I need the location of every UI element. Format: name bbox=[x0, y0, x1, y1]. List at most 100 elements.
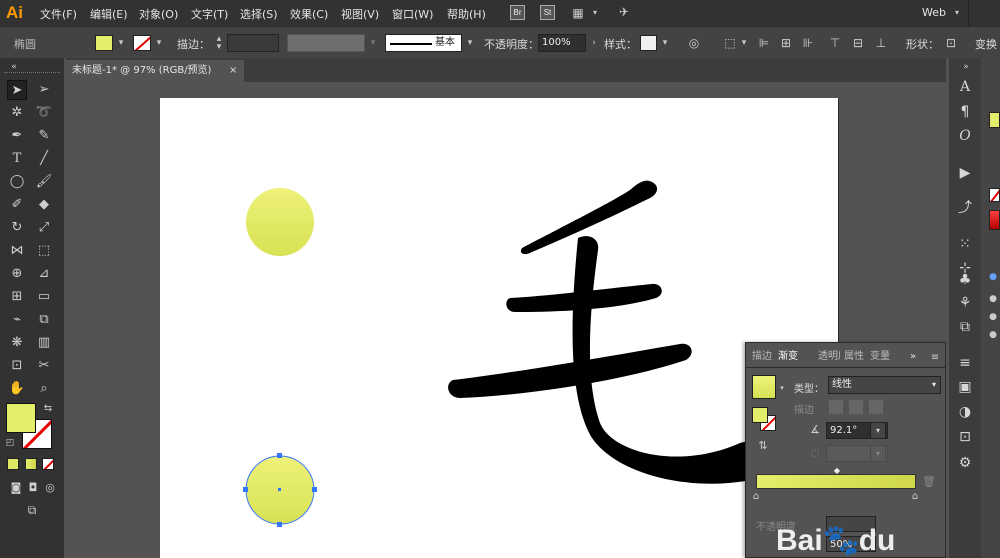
tab-attributes[interactable]: 属性 bbox=[844, 347, 866, 367]
menu-object[interactable]: 对象(O) bbox=[139, 6, 178, 22]
gradient-stop-left[interactable]: ⌂ bbox=[750, 490, 762, 504]
opentype-panel-icon[interactable]: O bbox=[954, 125, 976, 147]
mesh-tool-icon[interactable]: ⊞ bbox=[7, 287, 27, 307]
transform-label[interactable]: 变换 bbox=[975, 36, 997, 52]
panel-grip[interactable] bbox=[4, 72, 60, 74]
eraser-tool-icon[interactable]: ◆ bbox=[34, 195, 54, 215]
stroke-within-icon[interactable] bbox=[828, 399, 844, 415]
gradient-tool-icon[interactable]: ▭ bbox=[34, 287, 54, 307]
red-gradient-swatch[interactable] bbox=[989, 210, 1000, 230]
menu-effect[interactable]: 效果(C) bbox=[290, 6, 328, 22]
align-top-icon[interactable]: ⊤ bbox=[828, 36, 842, 50]
chevron-down-icon[interactable]: ▾ bbox=[658, 35, 672, 51]
chevron-down-icon[interactable]: ▾ bbox=[870, 422, 886, 439]
curvature-tool-icon[interactable]: ✎ bbox=[34, 126, 54, 146]
align-to-icon[interactable]: ⬚ bbox=[722, 36, 738, 50]
stroke-along-icon[interactable] bbox=[848, 399, 864, 415]
fill-color-box[interactable] bbox=[6, 403, 36, 433]
lasso-tool-icon[interactable]: ➰ bbox=[34, 103, 54, 123]
menu-edit[interactable]: 编辑(E) bbox=[90, 6, 128, 22]
slice-tool-icon[interactable]: ✂ bbox=[34, 356, 54, 376]
chevron-down-icon[interactable]: ▾ bbox=[114, 35, 128, 51]
swap-fill-stroke-icon[interactable]: ⇆ bbox=[42, 402, 54, 416]
align-panel-icon[interactable]: ⁙ bbox=[954, 233, 976, 255]
zoom-tool-icon[interactable]: ⌕ bbox=[34, 379, 54, 399]
column-graph-tool-icon[interactable]: ▥ bbox=[34, 333, 54, 353]
brush-definition-dropdown[interactable]: 基本 bbox=[385, 34, 462, 52]
stroke-panel-icon[interactable]: ≡ bbox=[954, 352, 976, 374]
fill-swatch[interactable] bbox=[95, 35, 113, 51]
pen-tool-icon[interactable]: ✒ bbox=[7, 126, 27, 146]
stock-button[interactable]: St bbox=[540, 5, 555, 20]
graphic-style-swatch[interactable] bbox=[640, 35, 657, 51]
selection-tool-icon[interactable]: ➤ bbox=[7, 80, 27, 100]
chevron-down-icon[interactable]: ▾ bbox=[366, 35, 380, 51]
color-panel-swatch[interactable] bbox=[989, 112, 1000, 128]
color-mode-icon[interactable] bbox=[7, 458, 19, 470]
bridge-button[interactable]: Br bbox=[510, 5, 525, 20]
gradient-mode-icon[interactable] bbox=[25, 458, 37, 470]
none-swatch[interactable] bbox=[989, 188, 1000, 202]
layer-visibility-icon[interactable]: ● bbox=[987, 292, 999, 306]
fill-indicator[interactable] bbox=[752, 407, 768, 423]
shape-builder-tool-icon[interactable]: ⊕ bbox=[7, 264, 27, 284]
panel-menu-icon[interactable]: ≡ bbox=[929, 351, 941, 365]
gpu-performance-icon[interactable]: ✈ bbox=[616, 5, 632, 19]
export-panel-icon[interactable]: ⤴ bbox=[954, 197, 976, 219]
layer-visibility-icon[interactable]: ● bbox=[987, 328, 999, 342]
collapse-panel-icon[interactable]: » bbox=[959, 60, 973, 74]
brushes-panel-icon[interactable]: ⚘ bbox=[954, 292, 976, 314]
close-tab-icon[interactable]: × bbox=[229, 60, 237, 82]
graphic-styles-panel-icon[interactable]: ⚙ bbox=[954, 452, 976, 474]
type-tool-icon[interactable]: T bbox=[7, 149, 27, 169]
opacity-input[interactable]: 100% bbox=[538, 34, 586, 52]
club-icon[interactable]: ♣ bbox=[954, 269, 976, 291]
chevron-down-icon[interactable]: ▾ bbox=[152, 35, 166, 51]
document-tab[interactable]: 未标题-1* @ 97% (RGB/预览) × bbox=[66, 60, 244, 82]
chevron-down-icon[interactable]: ▾ bbox=[463, 35, 477, 51]
chevron-down-icon[interactable]: ▾ bbox=[590, 6, 600, 20]
tab-stroke[interactable]: 描边 bbox=[752, 347, 774, 367]
align-left-icon[interactable]: ⊫ bbox=[757, 36, 771, 50]
align-vertical-center-icon[interactable]: ⊟ bbox=[851, 36, 865, 50]
artboard-tool-icon[interactable]: ⊡ bbox=[7, 356, 27, 376]
paintbrush-tool-icon[interactable]: 🖌 bbox=[34, 172, 54, 192]
transparency-panel-icon[interactable]: ◑ bbox=[954, 401, 976, 423]
more-panels-icon[interactable]: » bbox=[910, 347, 922, 367]
menu-view[interactable]: 视图(V) bbox=[341, 6, 379, 22]
workspace-switcher[interactable]: Web bbox=[922, 6, 946, 19]
stroke-weight-input[interactable] bbox=[227, 34, 279, 52]
align-horizontal-center-icon[interactable]: ⊞ bbox=[779, 36, 793, 50]
screen-mode-icon[interactable]: ⧉ bbox=[22, 500, 42, 520]
shape-properties-icon[interactable]: ⊡ bbox=[944, 36, 958, 50]
gradient-type-dropdown[interactable]: 线性 ▾ bbox=[828, 376, 941, 394]
line-segment-tool-icon[interactable]: ╱ bbox=[34, 149, 54, 169]
gradient-fill-preview[interactable] bbox=[752, 375, 776, 399]
links-panel-icon[interactable]: ⧉ bbox=[954, 316, 976, 338]
chevron-right-icon[interactable]: › bbox=[587, 35, 601, 51]
reverse-gradient-icon[interactable]: ⇅ bbox=[756, 439, 770, 453]
appearance-panel-icon[interactable]: ⊡ bbox=[954, 426, 976, 448]
gradient-stop-right[interactable]: ⌂ bbox=[909, 490, 921, 504]
direct-selection-tool-icon[interactable]: ➢ bbox=[34, 80, 54, 100]
chevron-down-icon[interactable]: ▾ bbox=[870, 445, 886, 462]
blend-tool-icon[interactable]: ⧉ bbox=[34, 310, 54, 330]
layer-visibility-icon[interactable]: ● bbox=[987, 270, 999, 284]
gradient-slider[interactable] bbox=[756, 474, 916, 489]
stroke-swatch[interactable] bbox=[133, 35, 151, 51]
align-right-icon[interactable]: ⊪ bbox=[801, 36, 815, 50]
align-bottom-icon[interactable]: ⊥ bbox=[874, 36, 888, 50]
symbol-sprayer-tool-icon[interactable]: ❋ bbox=[7, 333, 27, 353]
artboard[interactable] bbox=[160, 98, 838, 558]
gradient-panel-icon[interactable]: ▣ bbox=[954, 376, 976, 398]
stroke-across-icon[interactable] bbox=[868, 399, 884, 415]
stroke-weight-stepper[interactable]: ▴ ▾ bbox=[213, 35, 225, 52]
free-transform-tool-icon[interactable]: ⬚ bbox=[34, 241, 54, 261]
chevron-down-icon[interactable]: ▾ bbox=[737, 35, 751, 51]
arrange-documents-icon[interactable]: ▦ bbox=[570, 6, 586, 20]
none-mode-icon[interactable] bbox=[42, 458, 54, 470]
menu-select[interactable]: 选择(S) bbox=[240, 6, 278, 22]
actions-panel-icon[interactable]: ▶ bbox=[954, 162, 976, 184]
recolor-artwork-icon[interactable]: ◎ bbox=[686, 36, 702, 50]
width-tool-icon[interactable]: ⋈ bbox=[7, 241, 27, 261]
